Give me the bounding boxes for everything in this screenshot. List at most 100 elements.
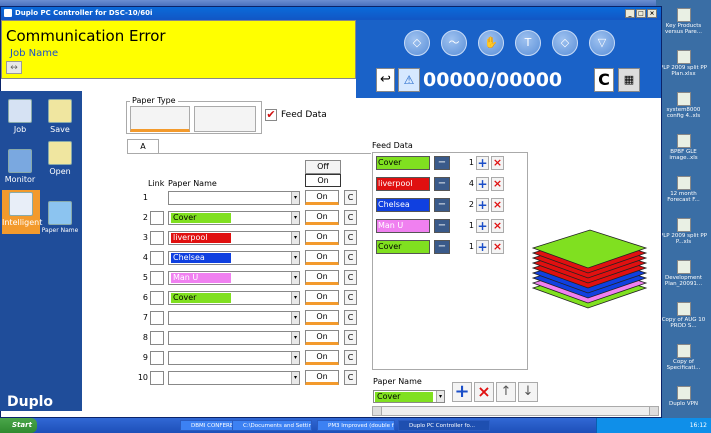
on-toggle-button[interactable]: On [305,310,339,325]
paper-name-select[interactable]: Cover ▾ [373,390,445,403]
remove-row-button[interactable]: × [491,240,504,254]
close-button[interactable]: × [647,9,657,18]
increase-count-button[interactable]: + [476,240,489,254]
link-checkbox[interactable] [150,271,164,285]
scroll-left-icon[interactable] [373,407,382,415]
hand-icon[interactable]: ✋ [478,30,504,56]
clear-row-button[interactable]: C [344,210,357,225]
decrease-count-button[interactable]: − [434,177,450,191]
feed-paper-name[interactable]: Cover [376,240,430,254]
link-checkbox[interactable] [150,331,164,345]
on-toggle-button[interactable]: On [305,230,339,245]
tab-a[interactable]: A [127,139,159,153]
paper-name-combo[interactable]: ▾ [168,311,300,325]
paper-name-combo[interactable]: Cover ▾ [168,211,300,225]
return-icon[interactable]: ↩ [376,68,395,92]
on-toggle-button[interactable]: On [305,330,339,345]
remove-row-button[interactable]: × [491,219,504,233]
desktop-icon[interactable]: Copy of AUG 10 PROD S... [658,302,709,329]
stop-icon[interactable]: ▽ [589,30,615,56]
add-paper-button[interactable]: + [452,382,472,402]
paper-type-button-1[interactable] [130,106,190,132]
taskbar-item[interactable]: PM3 Improved (double f... [317,420,395,431]
paper-name-combo[interactable]: ▾ [168,351,300,365]
on-toggle-button[interactable]: On [305,250,339,265]
move-down-button[interactable]: ↓ [518,382,538,402]
link-checkbox[interactable] [150,251,164,265]
paper-name-combo[interactable]: Man U ▾ [168,271,300,285]
horizontal-scrollbar[interactable] [372,406,659,416]
sidebar-item-intelligent[interactable]: Intelligent [2,190,42,234]
paper-name-combo[interactable]: Cover ▾ [168,291,300,305]
decrease-count-button[interactable]: − [434,198,450,212]
minimize-button[interactable]: _ [625,9,635,18]
decrease-count-button[interactable]: − [434,156,450,170]
desktop-icon[interactable]: PLP 2009 split PP P...xls [658,218,709,245]
clear-count-button[interactable]: C [594,68,614,92]
feed-paper-name[interactable]: Chelsea [376,198,430,212]
desktop-icon[interactable]: Copy of Specificati... [658,344,709,371]
taskbar-item[interactable]: C:\Documents and Settin... [232,420,312,431]
clear-row-button[interactable]: C [344,230,357,245]
paper-name-combo[interactable]: ▾ [168,191,300,205]
stop-feed-icon[interactable]: ◇ [404,30,430,56]
increase-count-button[interactable]: + [476,198,489,212]
paper-type-button-2[interactable] [194,106,256,132]
move-up-button[interactable]: ↑ [496,382,516,402]
paper-name-combo[interactable]: Chelsea ▾ [168,251,300,265]
warning-icon[interactable]: ⚠ [398,68,420,92]
on-toggle-button[interactable]: On [305,190,339,205]
clear-row-button[interactable]: C [344,310,357,325]
on-toggle-button[interactable]: On [305,290,339,305]
desktop-icon[interactable]: Development Plan_20091... [658,260,709,287]
feed-paper-name[interactable]: liverpool [376,177,430,191]
on-toggle-button[interactable]: On [305,210,339,225]
keypad-icon[interactable]: ▦ [618,68,640,92]
clear-row-button[interactable]: C [344,330,357,345]
increase-count-button[interactable]: + [476,156,489,170]
clear-row-button[interactable]: C [344,250,357,265]
desktop-icon[interactable]: Duplo VPN [658,386,709,407]
sidebar-item-job[interactable]: Job [0,99,40,134]
feed-paper-name[interactable]: Cover [376,156,430,170]
paper-name-combo[interactable]: ▾ [168,371,300,385]
scroll-right-icon[interactable] [649,407,658,415]
delete-paper-button[interactable]: × [474,382,494,402]
increase-count-button[interactable]: + [476,177,489,191]
start-button[interactable]: Start [0,418,37,433]
clear-row-button[interactable]: C [344,370,357,385]
clear-row-button[interactable]: C [344,270,357,285]
remove-row-button[interactable]: × [491,156,504,170]
desktop-icon[interactable]: 12 month Forecast F... [658,176,709,203]
desktop-icon[interactable]: system8000 config 4..xls [658,92,709,119]
feed-paper-name[interactable]: Man U [376,219,430,233]
clear-row-button[interactable]: C [344,350,357,365]
increase-count-button[interactable]: + [476,219,489,233]
sidebar-item-paper-name[interactable]: Paper Name [40,201,80,234]
remove-row-button[interactable]: × [491,177,504,191]
decrease-count-button[interactable]: − [434,240,450,254]
link-checkbox[interactable] [150,211,164,225]
link-checkbox[interactable] [150,351,164,365]
on-toggle-button[interactable]: On [305,370,339,385]
on-all-button[interactable]: On [305,174,341,187]
paper-path-icon[interactable]: ～ [441,30,467,56]
clear-row-button[interactable]: C [344,190,357,205]
decrease-count-button[interactable]: − [434,219,450,233]
sidebar-item-open[interactable]: Open [40,141,80,176]
arrows-icon[interactable]: ↔ [6,61,22,74]
sidebar-item-monitor[interactable]: Monitor [0,149,40,184]
feed-data-checkbox[interactable]: ✔ [265,109,277,121]
clear-row-button[interactable]: C [344,290,357,305]
desktop-icon[interactable]: Key Products versus Pare... [658,8,709,35]
link-checkbox[interactable] [150,291,164,305]
paper-name-combo[interactable]: liverpool ▾ [168,231,300,245]
on-toggle-button[interactable]: On [305,350,339,365]
start-icon[interactable]: ◇ [552,30,578,56]
link-checkbox[interactable] [150,311,164,325]
desktop-icon[interactable]: PLP 2009 split PP Plan.xlsx [658,50,709,77]
link-checkbox[interactable] [150,231,164,245]
maximize-button[interactable]: □ [636,9,646,18]
test-icon[interactable]: T [515,30,541,56]
paper-name-combo[interactable]: ▾ [168,331,300,345]
